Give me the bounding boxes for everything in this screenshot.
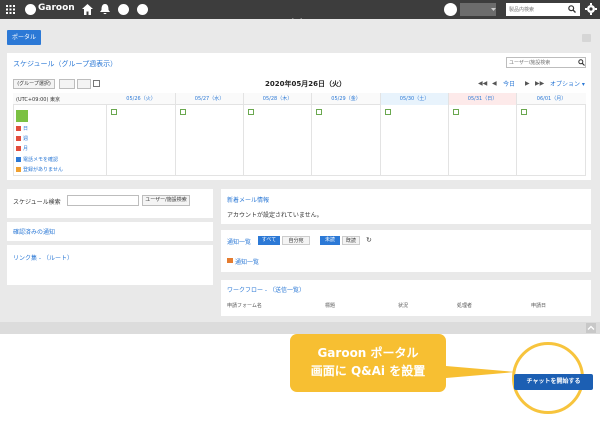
day-cell[interactable] — [381, 105, 449, 176]
month-view-link[interactable]: 月 — [23, 145, 28, 152]
refresh-icon[interactable]: ↻ — [366, 236, 372, 244]
next-week-icon[interactable]: ▶▶ — [535, 80, 544, 87]
day-cell[interactable] — [312, 105, 381, 176]
day-view-link[interactable]: 日 — [23, 125, 28, 132]
bell-icon[interactable] — [100, 4, 110, 15]
tab-all[interactable]: すべて — [258, 236, 280, 245]
add-event-icon[interactable] — [453, 109, 459, 115]
day-header[interactable]: 05/29（金） — [312, 93, 381, 105]
user-facility-search-button[interactable]: ユーザー/施設検索 — [142, 195, 190, 206]
notification-title[interactable]: 通知一覧 — [227, 237, 251, 246]
schedule-date-title: 2020年05月26日（火） — [265, 80, 346, 88]
day-header[interactable]: 06/01（月） — [517, 93, 586, 105]
app-logo[interactable]: Garoon — [38, 3, 75, 13]
confirmed-notifications-title[interactable]: 確認済みの通知 — [13, 227, 55, 236]
notification-list-icon[interactable] — [227, 258, 233, 263]
app-menu-icon[interactable] — [6, 5, 15, 14]
day-header[interactable]: 05/28（木） — [244, 93, 312, 105]
day-header[interactable]: 05/26（火） — [107, 93, 176, 105]
prev-week-icon[interactable]: ◀◀ — [478, 80, 487, 87]
footer-strip — [0, 322, 600, 334]
timezone-label: (UTC+09:00) 東京 — [16, 97, 61, 103]
add-event-icon[interactable] — [385, 109, 391, 115]
day-cell[interactable] — [449, 105, 517, 176]
group-select[interactable]: (グループ選択) — [13, 79, 55, 89]
day-cell[interactable] — [244, 105, 312, 176]
add-event-icon[interactable] — [111, 109, 117, 115]
callout-line-2: 画面に Q&Ai を設置 — [310, 364, 426, 378]
phone-memo-icon[interactable] — [16, 157, 21, 162]
scroll-top-icon[interactable] — [586, 323, 596, 333]
schedule-search-label: スケジュール検索 — [13, 199, 61, 206]
user-menu-chevron-icon[interactable] — [491, 8, 496, 11]
phone-memo-link[interactable]: 電話メモを確認 — [23, 156, 58, 163]
no-registration-text: 登録がありません — [23, 167, 63, 173]
week-view-icon[interactable] — [16, 136, 21, 141]
user-filter-icon[interactable] — [59, 79, 75, 89]
workflow-column-header: 申請日 — [531, 303, 547, 309]
schedule-search-field[interactable] — [67, 195, 139, 206]
user-avatar[interactable] — [444, 3, 457, 16]
links-title[interactable]: リンク集 - （ルート） — [13, 253, 73, 262]
month-view-icon[interactable] — [16, 146, 21, 151]
workflow-column-header: 標題 — [325, 303, 336, 309]
links-panel — [7, 245, 213, 285]
mail-title[interactable]: 新着メール情報 — [227, 195, 269, 204]
home-icon[interactable] — [82, 4, 93, 15]
today-link[interactable]: 今日 — [503, 79, 515, 88]
week-view-link[interactable]: 週 — [23, 135, 28, 142]
tab-mine[interactable]: 自分宛 — [282, 236, 310, 245]
smiley-icon[interactable] — [118, 4, 129, 15]
facility-filter-icon[interactable] — [77, 79, 91, 89]
add-event-icon[interactable] — [180, 109, 186, 115]
tab-unread[interactable]: 未読 — [320, 236, 340, 245]
gear-icon[interactable] — [585, 3, 597, 15]
day-view-icon[interactable] — [16, 126, 21, 131]
copy-icon[interactable] — [93, 80, 100, 87]
workflow-column-header: 申請フォーム名 — [227, 303, 262, 309]
start-chat-button[interactable]: チャットを開始する — [514, 374, 593, 390]
options-menu[interactable]: オプション ▾ — [550, 79, 585, 88]
add-event-icon[interactable] — [521, 109, 527, 115]
user-avatar-icon[interactable] — [16, 110, 28, 122]
day-cell[interactable] — [176, 105, 244, 176]
day-cell[interactable] — [107, 105, 176, 176]
notification-list-link[interactable]: 通知一覧 — [235, 257, 259, 266]
registration-icon — [16, 167, 21, 172]
day-header-saturday[interactable]: 05/30（土） — [381, 93, 449, 105]
workflow-column-header: 状況 — [398, 303, 409, 309]
tab-read[interactable]: 既読 — [342, 236, 360, 245]
portal-menu-icon[interactable] — [582, 34, 591, 42]
day-header-sunday[interactable]: 05/31（日） — [449, 93, 517, 105]
workflow-title[interactable]: ワークフロー - （送信一覧） — [227, 285, 305, 294]
schedule-search-input[interactable] — [506, 57, 586, 68]
garoon-logo-icon[interactable] — [25, 4, 36, 15]
prev-day-icon[interactable]: ◀ — [492, 80, 497, 87]
annotation-callout-tail — [446, 366, 516, 378]
add-event-icon[interactable] — [248, 109, 254, 115]
globe-icon[interactable] — [137, 4, 148, 15]
callout-line-1: Garoon ポータル — [317, 346, 419, 360]
mail-message: アカウントが設定されていません。 — [227, 212, 323, 219]
annotation-callout-text: Garoon ポータル 画面に Q&Ai を設置 — [290, 344, 446, 380]
day-header[interactable]: 05/27（水） — [176, 93, 244, 105]
schedule-title[interactable]: スケジュール（グループ週表示） — [13, 59, 117, 69]
tab-portal[interactable]: ポータル — [7, 30, 41, 45]
search-icon[interactable] — [568, 5, 576, 13]
schedule-search-icon[interactable] — [578, 59, 585, 66]
add-event-icon[interactable] — [316, 109, 322, 115]
next-day-icon[interactable]: ▶ — [525, 80, 530, 87]
workflow-column-header: 処理者 — [457, 303, 473, 309]
